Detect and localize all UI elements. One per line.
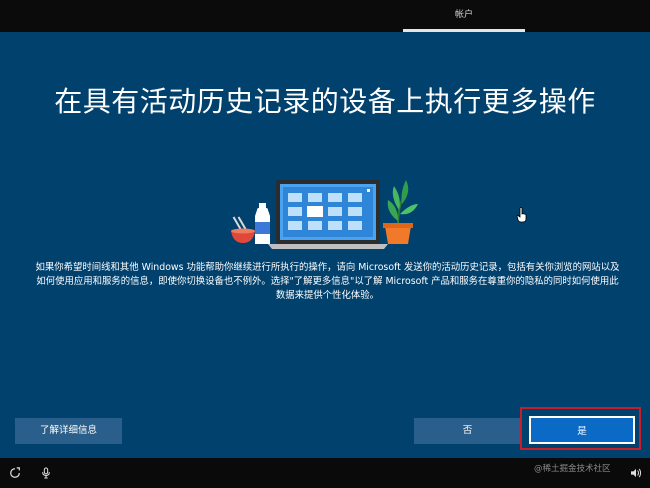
- bowl-icon: [231, 216, 255, 243]
- ease-of-access-icon[interactable]: [5, 458, 25, 488]
- activity-history-illustration: [231, 180, 418, 249]
- no-button[interactable]: 否: [414, 418, 521, 444]
- microphone-icon[interactable]: [36, 458, 56, 488]
- oobe-top-bar: 帐户: [0, 0, 650, 32]
- laptop-icon: [268, 180, 388, 249]
- watermark: @稀土掘金技术社区: [534, 464, 611, 474]
- tab-account[interactable]: 帐户: [403, 0, 525, 32]
- activity-history-description: 如果你希望时间线和其他 Windows 功能帮助你继续进行所执行的操作，请向 M…: [35, 262, 620, 301]
- potted-plant-icon: [383, 180, 418, 244]
- milk-bottle-icon: [255, 203, 270, 244]
- mouse-cursor-icon: [516, 207, 527, 223]
- yes-button[interactable]: 是: [529, 416, 635, 444]
- volume-icon[interactable]: [626, 458, 646, 488]
- page-title: 在具有活动历史记录的设备上执行更多操作: [54, 85, 596, 118]
- active-tab-indicator: [403, 29, 525, 32]
- learn-more-button[interactable]: 了解详细信息: [15, 418, 122, 444]
